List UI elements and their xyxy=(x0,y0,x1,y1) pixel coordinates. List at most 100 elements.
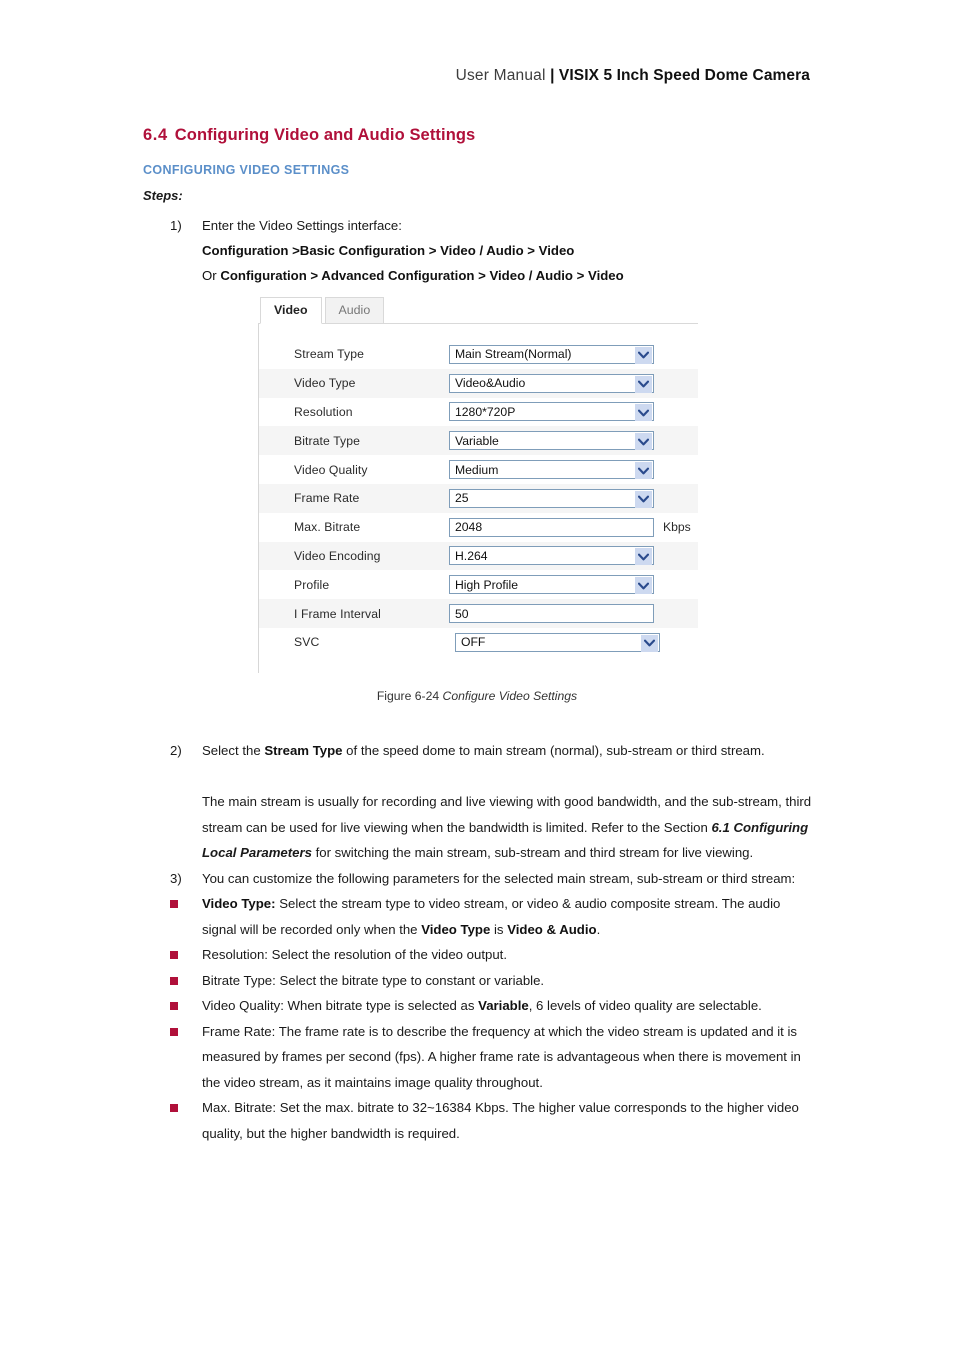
select-bitrate-type[interactable]: Variable xyxy=(449,431,654,451)
form-row: Bitrate Type Variable xyxy=(259,426,698,456)
step-3-item: 3) You can customize the following param… xyxy=(170,866,818,892)
bullet-text-a: The frame rate is to describe the freque… xyxy=(202,1023,801,1090)
step-2-item: 2) Select the Stream Type of the speed d… xyxy=(170,738,818,764)
bullet-text-a: When bitrate type is selected as xyxy=(283,998,479,1013)
step-3-marker: 3) xyxy=(170,870,182,886)
input-max-bitrate[interactable]: 2048 xyxy=(449,517,654,537)
bullet-bold-a: Video Type xyxy=(421,921,491,937)
form-row: Frame Rate 25 xyxy=(259,483,698,513)
bullet-square xyxy=(170,900,178,908)
step-2-bold-stream-type: Stream Type xyxy=(264,743,343,758)
step-2-paragraph: The main stream is usually for recording… xyxy=(202,789,818,866)
form-row: I Frame Interval 50 xyxy=(259,599,698,628)
tab-audio[interactable]: Audio xyxy=(324,297,385,324)
bullet-square-icon xyxy=(170,968,202,994)
figure-video-settings: Video Audio Stream Type Main Stream(Normal… xyxy=(258,296,698,673)
step-2-text-b: of the speed dome to main stream (normal… xyxy=(342,743,765,758)
field-value: Main Stream(Normal) xyxy=(455,347,572,362)
sub-heading: CONFIGURING VIDEO SETTINGS xyxy=(143,163,350,177)
select-profile[interactable]: High Profile xyxy=(449,575,654,595)
bullet-square-icon xyxy=(170,1019,202,1096)
chevron-down-icon[interactable] xyxy=(635,577,652,595)
field-value: 2048 xyxy=(455,520,483,535)
bullet-square-icon xyxy=(170,1095,202,1146)
bullet-square xyxy=(170,951,178,959)
bullet-bold-b: Video & Audio xyxy=(507,921,597,937)
form-row: Resolution 1280*720P xyxy=(259,398,698,427)
field-value: 50 xyxy=(455,606,469,621)
step-1-text: Enter the Video Settings interface: xyxy=(202,218,402,233)
bullet-term: Resolution: xyxy=(202,947,268,962)
step-1-line: 1) Enter the Video Settings interface: xyxy=(170,213,820,238)
bullet-square-icon xyxy=(170,942,202,968)
bullet-square xyxy=(170,1027,178,1036)
running-header: User Manual | VISIX 5 Inch Speed Dome Ca… xyxy=(456,68,810,84)
bullet-item: Video Quality: When bitrate type is sele… xyxy=(170,993,818,1019)
select-frame-rate[interactable]: 25 xyxy=(449,488,654,508)
running-header-separator: | xyxy=(545,67,559,84)
bullet-text-a: Select the resolution of the video outpu… xyxy=(267,947,507,962)
running-header-manual-label: User Manual xyxy=(455,67,546,84)
chevron-down-icon[interactable] xyxy=(635,462,652,480)
step-1-block: 1) Enter the Video Settings interface: C… xyxy=(170,213,820,288)
bullet-term: Video Type xyxy=(202,896,272,911)
body-content: 2) Select the Stream Type of the speed d… xyxy=(170,738,818,1146)
camera-ui-panel: Video Audio Stream Type Main Stream(Normal… xyxy=(258,296,698,673)
bullet-item: Resolution: Select the resolution of the… xyxy=(170,942,818,968)
form-row: Stream Type Main Stream(Normal) xyxy=(259,340,698,369)
form-row: Video Type Video&Audio xyxy=(259,368,698,398)
bullet-text: Resolution: Select the resolution of the… xyxy=(202,942,818,968)
field-label: Max. Bitrate xyxy=(294,520,361,535)
step-1-marker: 1) xyxy=(170,218,182,233)
step-1-path-or-prefix: Or xyxy=(202,268,221,283)
step-2-para-b: for switching the main stream, sub-strea… xyxy=(311,845,754,860)
select-video-quality[interactable]: Medium xyxy=(449,460,654,480)
tab-bar: Video Audio xyxy=(258,296,698,324)
select-stream-type[interactable]: Main Stream(Normal) xyxy=(449,344,654,364)
field-label: Profile xyxy=(294,577,330,592)
bullet-text-a: Select the bitrate type to constant or v… xyxy=(275,972,545,988)
bullet-bold-a: Variable xyxy=(478,998,529,1013)
field-value: High Profile xyxy=(455,577,518,592)
field-value: Video&Audio xyxy=(455,376,526,391)
form-row: SVC OFF xyxy=(259,628,698,657)
input-i-frame-interval[interactable]: 50 xyxy=(449,604,654,624)
field-value: OFF xyxy=(461,635,486,650)
video-settings-form: Stream Type Main Stream(Normal) Video Type… xyxy=(258,324,698,673)
chevron-down-icon[interactable] xyxy=(635,404,652,422)
chevron-down-icon[interactable] xyxy=(635,346,652,364)
chevron-down-icon[interactable] xyxy=(635,548,652,566)
select-resolution[interactable]: 1280*720P xyxy=(449,402,654,422)
form-row: Max. Bitrate 2048 Kbps xyxy=(259,513,698,542)
bullet-term: Video Quality: xyxy=(202,998,284,1013)
field-label: Stream Type xyxy=(294,347,364,362)
tab-video[interactable]: Video xyxy=(260,297,322,324)
field-value: H.264 xyxy=(455,548,488,563)
field-label: Video Type xyxy=(294,376,356,391)
form-row: Video Encoding H.264 xyxy=(259,541,698,571)
chevron-down-icon[interactable] xyxy=(635,433,652,451)
figure-caption-prefix: Figure 6-24 xyxy=(376,689,443,703)
chevron-down-icon[interactable] xyxy=(635,490,652,508)
select-svc[interactable]: OFF xyxy=(455,632,660,652)
figure-caption: Figure 6-24 Configure Video Settings xyxy=(0,689,954,703)
step-1-path-secondary: Configuration > Advanced Configuration >… xyxy=(220,268,624,283)
field-label: SVC xyxy=(294,635,320,650)
chevron-down-icon[interactable] xyxy=(641,634,658,652)
field-label: Video Quality xyxy=(294,462,368,477)
bullet-text-b: is xyxy=(490,921,508,937)
figure-caption-title: Configure Video Settings xyxy=(442,689,578,703)
bullet-square xyxy=(170,976,178,985)
bullet-item: Max. Bitrate: Set the max. bitrate to 32… xyxy=(170,1095,818,1146)
field-label: I Frame Interval xyxy=(294,606,381,621)
field-label: Frame Rate xyxy=(294,491,360,506)
select-video-type[interactable]: Video&Audio xyxy=(449,373,654,393)
step-2-text-a: Select the xyxy=(202,743,265,758)
bullet-text: Max. Bitrate: Set the max. bitrate to 32… xyxy=(202,1095,818,1146)
select-video-encoding[interactable]: H.264 xyxy=(449,546,654,566)
chevron-down-icon[interactable] xyxy=(635,375,652,393)
step-3-text: You can customize the following paramete… xyxy=(202,870,796,886)
bullet-term: Frame Rate: xyxy=(202,1023,276,1039)
section-title: Configuring Video and Audio Settings xyxy=(174,126,476,144)
